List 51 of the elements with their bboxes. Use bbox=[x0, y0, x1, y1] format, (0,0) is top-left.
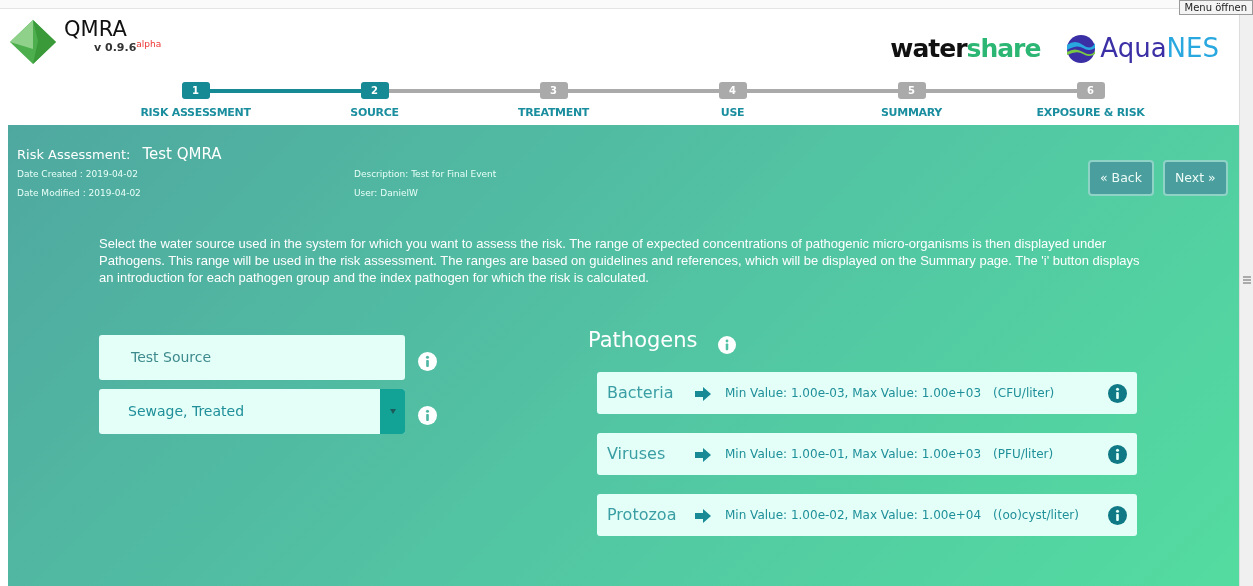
info-icon[interactable] bbox=[1108, 383, 1127, 403]
step-label[interactable]: SOURCE bbox=[350, 105, 399, 122]
tooltip: Menu öffnen bbox=[1178, 0, 1253, 15]
info-icon[interactable] bbox=[718, 335, 736, 354]
back-button[interactable]: « Back bbox=[1088, 160, 1154, 196]
pathogen-name: Protozoa bbox=[607, 504, 678, 526]
date-created: Date Created : 2019-04-02 bbox=[17, 168, 139, 181]
arrow-icon bbox=[695, 447, 711, 462]
caret-icon bbox=[389, 409, 396, 414]
aquanes-logo: AquaNES bbox=[1100, 32, 1219, 65]
step-badge[interactable]: 1 bbox=[181, 82, 210, 99]
assessment-name: Test QMRA bbox=[142, 144, 222, 165]
wave-globe-icon bbox=[1066, 33, 1097, 64]
arrow-icon bbox=[695, 508, 711, 523]
next-button[interactable]: Next » bbox=[1163, 160, 1228, 196]
step-badge[interactable]: 6 bbox=[1076, 82, 1105, 99]
app-title: QMRA bbox=[64, 19, 128, 40]
pathogen-name: Viruses bbox=[607, 443, 667, 465]
source-type-dropdown[interactable]: Sewage, Treated bbox=[99, 389, 405, 434]
scroll-grip-icon bbox=[1243, 276, 1251, 284]
pathogen-name: Bacteria bbox=[607, 382, 675, 404]
info-icon[interactable] bbox=[1108, 444, 1127, 464]
pathogens-heading: Pathogens bbox=[588, 327, 698, 354]
step-label[interactable]: SUMMARY bbox=[881, 105, 942, 122]
pathogen-range: Min Value: 1.00e-02, Max Value: 1.00e+04 bbox=[725, 507, 982, 524]
user-name: User: DanielW bbox=[354, 187, 418, 200]
pathogen-unit: (PFU/liter) bbox=[993, 446, 1054, 463]
step-label[interactable]: RISK ASSESSMENT bbox=[140, 105, 251, 122]
pathogen-unit: ((oo)cyst/liter) bbox=[993, 507, 1079, 524]
step-label[interactable]: TREATMENT bbox=[517, 105, 590, 122]
assessment-label: Risk Assessment: bbox=[17, 146, 131, 164]
step-badge[interactable]: 4 bbox=[718, 82, 747, 99]
info-icon[interactable] bbox=[418, 352, 437, 371]
source-name-field[interactable]: Test Source bbox=[99, 335, 405, 380]
pathogen-unit: (CFU/liter) bbox=[993, 385, 1055, 402]
step-badge[interactable]: 2 bbox=[360, 82, 389, 99]
info-icon[interactable] bbox=[418, 406, 437, 425]
diamond-logo-icon bbox=[8, 19, 58, 65]
arrow-icon bbox=[695, 386, 711, 401]
pathogen-range: Min Value: 1.00e-01, Max Value: 1.00e+03 bbox=[725, 446, 982, 463]
instructions-text: Select the water source used in the system for which you want to assess the risk. The range of expected concentrations of pathogenic micro-organisms is then displayed under Pathogens. This range will be used in the risk assessment. The ranges are based on guidelines and references, which will be displayed on the Summary page. The 'i' button displays an introduction for each pathogen group and the index pathogen for which the risk is calculated. bbox=[99, 235, 1141, 286]
step-badge[interactable]: 5 bbox=[897, 82, 926, 99]
watershare-logo: watershare bbox=[890, 32, 1041, 65]
pathogen-range: Min Value: 1.00e-03, Max Value: 1.00e+03 bbox=[725, 385, 982, 402]
description-text: Description: Test for Final Event bbox=[354, 168, 497, 181]
version-label: v 0.9.6$^{alpha}$ bbox=[94, 40, 162, 56]
step-badge[interactable]: 3 bbox=[539, 82, 568, 99]
date-modified: Date Modified : 2019-04-02 bbox=[17, 187, 141, 200]
info-icon[interactable] bbox=[1108, 505, 1127, 525]
step-label[interactable]: EXPOSURE & RISK bbox=[1036, 105, 1145, 122]
step-label[interactable]: USE bbox=[720, 105, 745, 122]
